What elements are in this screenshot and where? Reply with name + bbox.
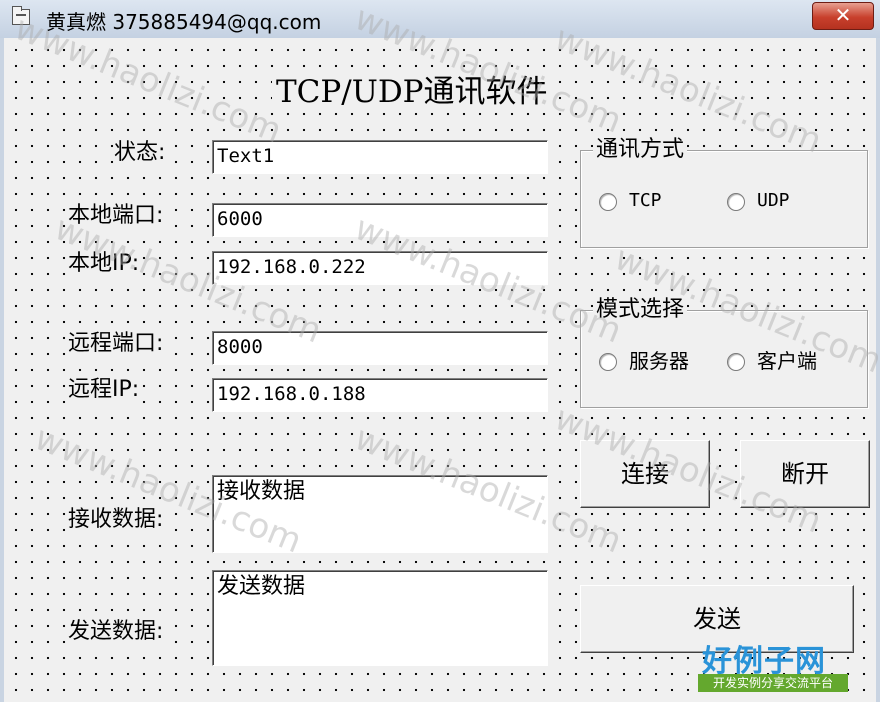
local-ip-label: 本地IP: xyxy=(68,250,140,278)
tcp-radio-label: TCP xyxy=(629,190,662,211)
local-port-input[interactable]: 6000 xyxy=(212,203,548,237)
remote-ip-input[interactable]: 192.168.0.188 xyxy=(212,378,548,412)
status-label: 状态: xyxy=(114,139,166,167)
local-ip-input[interactable]: 192.168.0.222 xyxy=(212,251,548,285)
remote-port-label: 远程端口: xyxy=(68,330,164,358)
watermark-text: www.haolizi.com xyxy=(549,18,828,162)
disconnect-button[interactable]: 断开 xyxy=(740,440,870,508)
udp-radio-label: UDP xyxy=(757,190,790,211)
client-radio[interactable] xyxy=(727,353,745,371)
site-logo: 好例子网 开发实例分享交流平台 xyxy=(698,636,850,694)
protocol-frame-title: 通讯方式 xyxy=(593,137,688,163)
mode-frame-title: 模式选择 xyxy=(593,297,688,323)
page-title: TCP/UDP通讯软件 xyxy=(272,72,552,112)
receive-data-textarea[interactable]: 接收数据 xyxy=(212,475,548,553)
tcp-radio[interactable] xyxy=(599,193,617,211)
client-radio-label: 客户端 xyxy=(757,349,817,373)
server-radio[interactable] xyxy=(599,353,617,371)
protocol-frame: 通讯方式 TCP UDP xyxy=(580,137,868,248)
local-port-label: 本地端口: xyxy=(68,202,164,230)
udp-radio[interactable] xyxy=(727,193,745,211)
connect-button[interactable]: 连接 xyxy=(580,440,710,508)
status-textbox[interactable]: Text1 xyxy=(212,140,548,174)
receive-data-label: 接收数据: xyxy=(68,506,164,534)
window-title: 黄真燃 375885494@qq.com xyxy=(46,10,322,34)
remote-port-input[interactable]: 8000 xyxy=(212,331,548,365)
mode-frame: 模式选择 服务器 客户端 xyxy=(580,297,868,408)
form-window-icon xyxy=(12,6,30,25)
form-body: TCP/UDP通讯软件 状态: Text1 本地端口: 6000 本地IP: 1… xyxy=(4,0,880,702)
send-data-textarea[interactable]: 发送数据 xyxy=(212,570,548,666)
logo-sub-text: 开发实例分享交流平台 xyxy=(698,674,848,692)
server-radio-label: 服务器 xyxy=(629,349,689,373)
send-data-label: 发送数据: xyxy=(68,618,164,646)
close-button[interactable]: ✕ xyxy=(812,2,874,30)
remote-ip-label: 远程IP: xyxy=(68,376,140,404)
title-bar[interactable]: 黄真燃 375885494@qq.com ✕ xyxy=(0,0,880,38)
